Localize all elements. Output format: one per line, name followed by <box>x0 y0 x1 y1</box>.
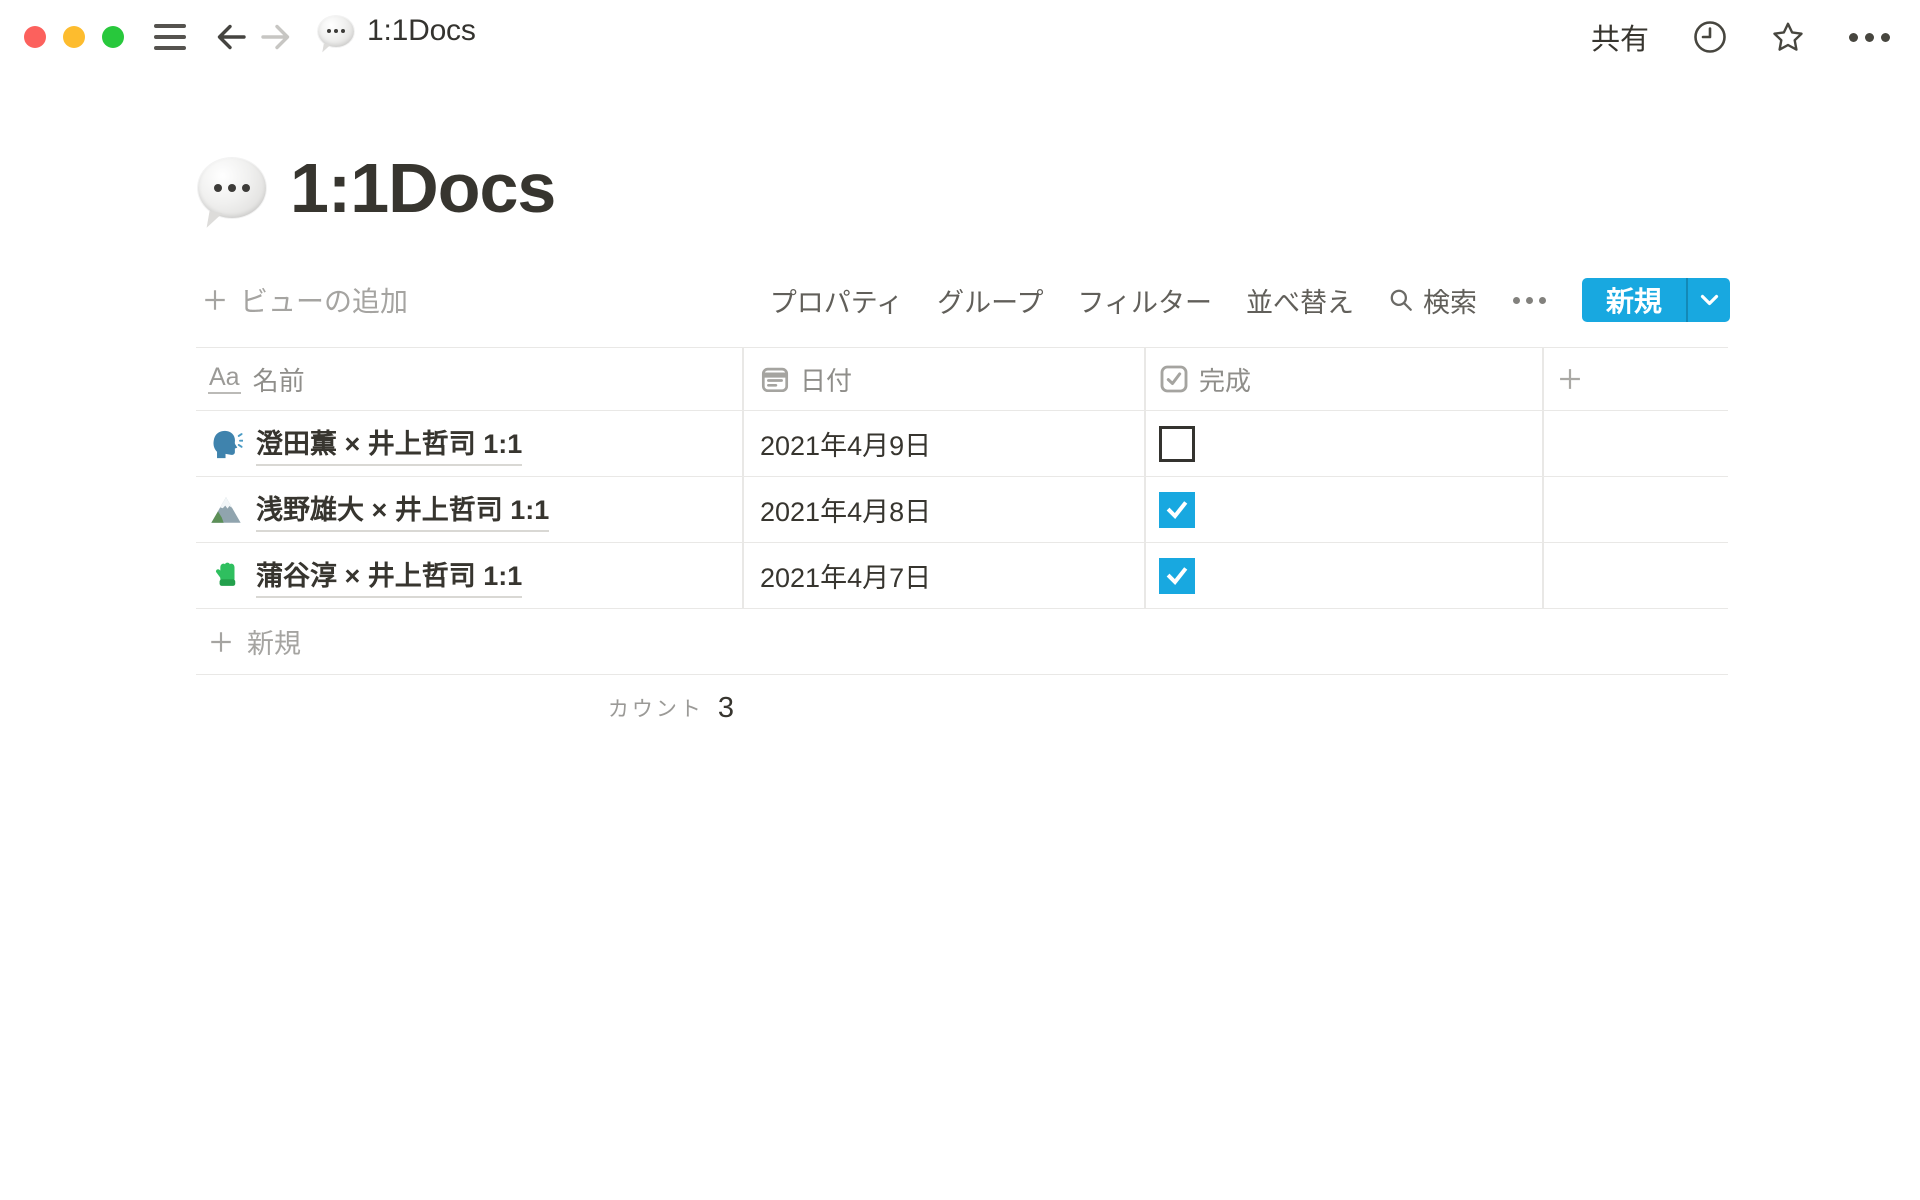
favorite-star-icon[interactable] <box>1771 20 1805 54</box>
table-footer: カウント 3 <box>196 675 742 741</box>
column-label: 名前 <box>253 361 305 398</box>
name-cell[interactable]: 浅野雄大 × 井上哲司 1:1 <box>196 477 742 542</box>
back-arrow-icon[interactable] <box>215 21 247 53</box>
column-header-date[interactable]: 日付 <box>742 348 1144 410</box>
column-label: 完成 <box>1199 361 1251 398</box>
new-row-label: 新規 <box>247 622 301 661</box>
chevron-down-icon[interactable] <box>1688 278 1730 322</box>
breadcrumb[interactable]: 1:1Docs <box>318 14 476 48</box>
count-value: 3 <box>718 692 734 725</box>
sort-button[interactable]: 並べ替え <box>1246 281 1354 320</box>
speech-balloon-icon <box>318 16 354 47</box>
date-cell[interactable]: 2021年4月7日 <box>742 543 1144 608</box>
column-divider[interactable] <box>742 347 744 609</box>
view-more-icon[interactable] <box>1511 297 1548 304</box>
column-header-name[interactable]: Aa 名前 <box>196 348 742 410</box>
toolbar-actions: プロパティ グループ フィルター 並べ替え 検索 新規 <box>770 278 1730 322</box>
sidebar-menu-icon[interactable] <box>154 24 186 50</box>
count-label[interactable]: カウント <box>608 693 704 723</box>
close-window-button[interactable] <box>24 26 46 48</box>
add-view-button[interactable]: ビューの追加 <box>202 278 408 322</box>
plus-icon <box>202 287 228 313</box>
mountain-icon <box>208 492 244 528</box>
share-button[interactable]: 共有 <box>1591 16 1649 58</box>
name-cell[interactable]: 蒲谷淳 × 井上哲司 1:1 <box>196 543 742 608</box>
page-link[interactable]: 浅野雄大 × 井上哲司 1:1 <box>256 488 549 532</box>
page-link[interactable]: 蒲谷淳 × 井上哲司 1:1 <box>256 554 522 598</box>
gloves-icon <box>208 558 244 594</box>
plus-icon <box>1556 365 1584 393</box>
minimize-window-button[interactable] <box>63 26 85 48</box>
checkbox-icon <box>1159 364 1189 394</box>
table-header-row: Aa 名前 日付 完成 <box>196 347 1728 411</box>
properties-button[interactable]: プロパティ <box>770 281 903 320</box>
search-icon <box>1388 287 1414 313</box>
row-spacer <box>1542 411 1728 476</box>
column-header-done[interactable]: 完成 <box>1144 348 1542 410</box>
row-spacer <box>1542 543 1728 608</box>
plus-icon <box>208 629 234 655</box>
column-divider[interactable] <box>1144 347 1146 609</box>
done-cell[interactable] <box>1144 477 1542 542</box>
done-cell[interactable] <box>1144 543 1542 608</box>
more-options-icon[interactable] <box>1849 33 1890 42</box>
forward-arrow-icon[interactable] <box>260 21 292 53</box>
done-cell[interactable] <box>1144 411 1542 476</box>
column-label: 日付 <box>800 361 852 398</box>
new-button[interactable]: 新規 <box>1582 278 1730 322</box>
clock-icon[interactable] <box>1693 20 1727 54</box>
table-row: 澄田薫 × 井上哲司 1:1 2021年4月9日 <box>196 411 1728 477</box>
breadcrumb-title: 1:1Docs <box>367 14 476 48</box>
database-table: Aa 名前 日付 完成 <box>196 347 1728 741</box>
name-cell[interactable]: 澄田薫 × 井上哲司 1:1 <box>196 411 742 476</box>
table-row: 蒲谷淳 × 井上哲司 1:1 2021年4月7日 <box>196 543 1728 609</box>
date-value: 2021年4月8日 <box>760 490 931 529</box>
page-link[interactable]: 澄田薫 × 井上哲司 1:1 <box>256 422 522 466</box>
titlebar-actions: 共有 <box>1591 0 1890 74</box>
row-spacer <box>1542 477 1728 542</box>
page-speech-balloon-icon[interactable] <box>198 158 266 218</box>
search-button[interactable]: 検索 <box>1388 281 1477 320</box>
date-cell[interactable]: 2021年4月9日 <box>742 411 1144 476</box>
text-format-icon: Aa <box>208 364 241 393</box>
page-title-block: 1:1Docs <box>198 148 555 228</box>
titlebar: 1:1Docs 共有 <box>0 0 1920 74</box>
add-view-label: ビューの追加 <box>240 280 408 320</box>
checkbox[interactable] <box>1159 426 1195 462</box>
calendar-icon <box>760 364 790 394</box>
page-title[interactable]: 1:1Docs <box>290 148 555 228</box>
checkbox[interactable] <box>1159 558 1195 594</box>
notion-window: 1:1Docs 共有 1:1Docs <box>0 0 1920 1200</box>
date-value: 2021年4月7日 <box>760 556 931 595</box>
search-label: 検索 <box>1423 281 1477 320</box>
zoom-window-button[interactable] <box>102 26 124 48</box>
column-divider[interactable] <box>1542 347 1544 609</box>
date-value: 2021年4月9日 <box>760 424 931 463</box>
add-column-button[interactable] <box>1542 348 1728 410</box>
new-button-label[interactable]: 新規 <box>1582 278 1686 322</box>
speaking-head-icon <box>208 426 244 462</box>
checkbox[interactable] <box>1159 492 1195 528</box>
view-toolbar: ビューの追加 プロパティ グループ フィルター 並べ替え 検索 新規 <box>0 278 1920 322</box>
table-row: 浅野雄大 × 井上哲司 1:1 2021年4月8日 <box>196 477 1728 543</box>
new-row-button[interactable]: 新規 <box>196 609 1728 675</box>
group-button[interactable]: グループ <box>937 281 1043 320</box>
date-cell[interactable]: 2021年4月8日 <box>742 477 1144 542</box>
filter-button[interactable]: フィルター <box>1078 281 1212 320</box>
